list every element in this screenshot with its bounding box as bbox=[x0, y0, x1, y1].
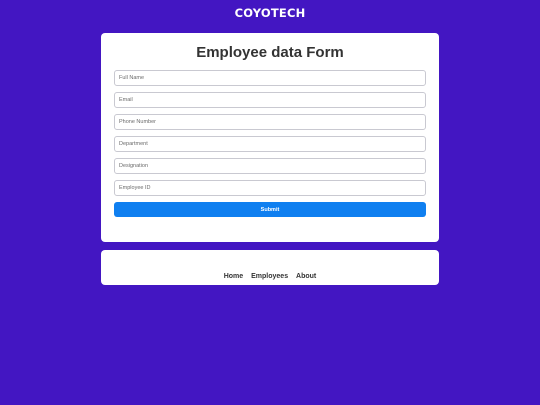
department-input[interactable] bbox=[114, 136, 426, 152]
brand-logo: COYOTECH bbox=[234, 6, 306, 20]
footer-nav: Home Employees About bbox=[101, 273, 439, 280]
employee-id-input[interactable] bbox=[114, 180, 426, 196]
employee-form-card: Employee data Form Submit bbox=[101, 33, 439, 242]
email-input[interactable] bbox=[114, 92, 426, 108]
nav-link-home[interactable]: Home bbox=[224, 273, 243, 280]
submit-button[interactable]: Submit bbox=[114, 202, 426, 217]
nav-link-about[interactable]: About bbox=[296, 273, 316, 280]
form-title: Employee data Form bbox=[196, 44, 344, 61]
phone-number-input[interactable] bbox=[114, 114, 426, 130]
footer-nav-card: Home Employees About bbox=[101, 250, 439, 285]
designation-input[interactable] bbox=[114, 158, 426, 174]
nav-link-employees[interactable]: Employees bbox=[251, 273, 288, 280]
full-name-input[interactable] bbox=[114, 70, 426, 86]
form-fields bbox=[114, 70, 426, 196]
